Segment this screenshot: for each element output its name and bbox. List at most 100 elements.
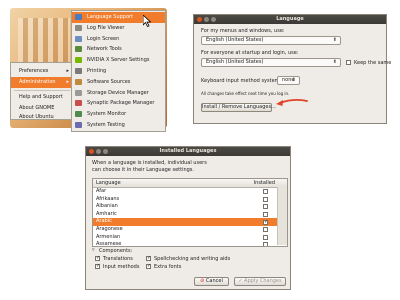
package-icon	[75, 100, 82, 107]
input-method-combo[interactable]: none ⬍	[277, 76, 300, 85]
submenu-item-label: Language Support	[87, 14, 134, 20]
list-header: Language Installed	[93, 179, 287, 188]
combo-arrow-icon: ⬍	[332, 37, 337, 43]
keep-same-label: Keep the same	[354, 60, 392, 66]
submenu-item[interactable]: Printing	[72, 66, 165, 77]
system-menu: Preferences ▸ Administration ▸ Help and …	[10, 62, 73, 123]
language-row[interactable]: Arabic ✓	[93, 218, 277, 226]
submenu-item[interactable]: NVIDIA X Server Settings	[72, 55, 165, 66]
login-icon	[75, 35, 82, 42]
expander-arrow-icon[interactable]: ▿	[92, 248, 97, 253]
startup-language-label: For everyone at startup and login, use:	[201, 50, 299, 56]
dialog-titlebar: Language	[194, 15, 386, 24]
administration-submenu: Language Support Log File Viewer Login Scr…	[71, 10, 166, 132]
language-row[interactable]: Afrikaans	[93, 196, 277, 204]
menus-language-combo[interactable]: English (United States) ⬍	[201, 36, 341, 45]
submenu-item[interactable]: System Testing	[72, 120, 165, 131]
intro-text-line-2: can choose it in their Language settings…	[92, 167, 194, 173]
combo-value: English (United States)	[206, 59, 264, 65]
language-name: Armenian	[96, 233, 121, 240]
installed-checkbox[interactable]	[263, 242, 268, 246]
combo-arrow-icon: ⬍	[332, 59, 337, 65]
input-methods-checkbox[interactable]: ✓	[95, 264, 100, 269]
startup-language-combo[interactable]: English (United States) ⬍	[201, 58, 341, 67]
annotation-arrow-icon	[276, 99, 308, 106]
menu-item-label: Help and Support	[19, 94, 63, 100]
language-row[interactable]: Albanian	[93, 203, 277, 211]
testing-icon	[75, 122, 82, 128]
column-header-language[interactable]: Language	[96, 179, 121, 187]
installed-checkbox[interactable]	[263, 234, 268, 240]
input-method-label: Keyboard input method system:	[201, 78, 282, 84]
installed-checkbox[interactable]	[263, 196, 268, 202]
language-row[interactable]: Aragonese	[93, 226, 277, 234]
combo-value: English (United States)	[206, 37, 264, 43]
menu-item-label: About GNOME	[19, 105, 55, 111]
translations-checkbox[interactable]: ✓	[95, 256, 100, 261]
apply-changes-button[interactable]: ✓ Apply Changes	[234, 277, 286, 286]
dialog-title: Installed Languages	[159, 148, 217, 154]
install-remove-languages-button[interactable]: Install / Remove Languages...	[201, 103, 276, 112]
spellcheck-label: Spellchecking and writing aids	[154, 256, 231, 262]
submenu-item[interactable]: Synaptic Package Manager	[72, 98, 165, 109]
installed-checkbox[interactable]: ✓	[263, 219, 268, 225]
installed-checkbox[interactable]	[263, 204, 268, 210]
translations-label: Translations	[103, 256, 133, 262]
submenu-item[interactable]: Language Support	[72, 12, 165, 23]
submenu-item[interactable]: Login Screen	[72, 34, 165, 45]
submenu-item-label: NVIDIA X Server Settings	[87, 57, 150, 64]
submenu-item[interactable]: System Monitor	[72, 109, 165, 120]
language-row[interactable]: Assamese	[93, 241, 277, 247]
close-icon[interactable]	[89, 149, 94, 154]
extra-fonts-checkbox[interactable]: ✓	[146, 264, 151, 269]
submenu-item[interactable]: Software Sources	[72, 77, 165, 88]
language-name: Albanian	[96, 203, 118, 210]
submenu-item-label: Network Tools	[87, 46, 122, 53]
spellcheck-checkbox[interactable]: ✓	[146, 256, 151, 261]
close-icon[interactable]	[197, 17, 202, 22]
list-scrollbar[interactable]	[277, 187, 287, 245]
submenu-item[interactable]: Log File Viewer	[72, 23, 165, 34]
language-name: Afrikaans	[96, 195, 120, 202]
submenu-arrow-icon: ▸	[66, 79, 69, 85]
submenu-item-label: Printing	[87, 68, 107, 74]
language-row[interactable]: Armenian	[93, 234, 277, 242]
menu-item-about-ubuntu[interactable]: About Ubuntu	[11, 112, 73, 123]
submenu-item-label: System Monitor	[87, 111, 127, 118]
submenu-item[interactable]: Storage Device Manager	[72, 88, 165, 99]
submenu-item-label: Software Sources	[87, 78, 131, 85]
submenu-item-label: Synaptic Package Manager	[87, 100, 155, 107]
menu-item-help[interactable]: Help and Support	[11, 92, 73, 103]
submenu-item[interactable]: Network Tools	[72, 44, 165, 55]
mouse-cursor-icon	[143, 15, 151, 27]
language-name: Assamese	[96, 241, 122, 247]
maximize-icon[interactable]	[103, 149, 108, 154]
menu-item-label: About Ubuntu	[19, 114, 54, 120]
language-row[interactable]: Amharic	[93, 211, 277, 219]
flag-icon	[75, 14, 82, 20]
column-header-installed[interactable]: Installed	[254, 179, 275, 187]
language-row[interactable]: Afar	[93, 188, 277, 196]
menu-item-label: Administration	[19, 79, 56, 85]
intro-text-line-1: When a language is installed, individual…	[92, 160, 207, 166]
installed-checkbox[interactable]	[263, 189, 268, 195]
dialog-title: Language	[276, 16, 304, 22]
installed-checkbox[interactable]	[263, 212, 268, 218]
cancel-button[interactable]: ⊘ Cancel	[194, 277, 229, 286]
installed-checkbox[interactable]	[263, 227, 268, 233]
minimize-icon[interactable]	[96, 149, 101, 154]
input-methods-label: Input methods	[103, 264, 140, 270]
menu-item-administration[interactable]: Administration ▸	[11, 77, 73, 88]
printer-icon	[75, 68, 82, 74]
extra-fonts-label: Extra fonts	[154, 264, 182, 270]
menu-item-preferences[interactable]: Preferences ▸	[11, 66, 73, 77]
submenu-item-label: Storage Device Manager	[87, 89, 149, 96]
language-list: Language Installed Afar Afrikaans Albanian…	[92, 178, 288, 247]
keep-same-checkbox[interactable]	[346, 60, 351, 65]
cancel-icon: ⊘	[200, 278, 205, 284]
cancel-button-label: Cancel	[205, 278, 223, 284]
log-icon	[75, 24, 82, 31]
minimize-icon[interactable]	[204, 17, 209, 22]
maximize-icon[interactable]	[211, 17, 216, 22]
nvidia-icon	[75, 57, 82, 64]
